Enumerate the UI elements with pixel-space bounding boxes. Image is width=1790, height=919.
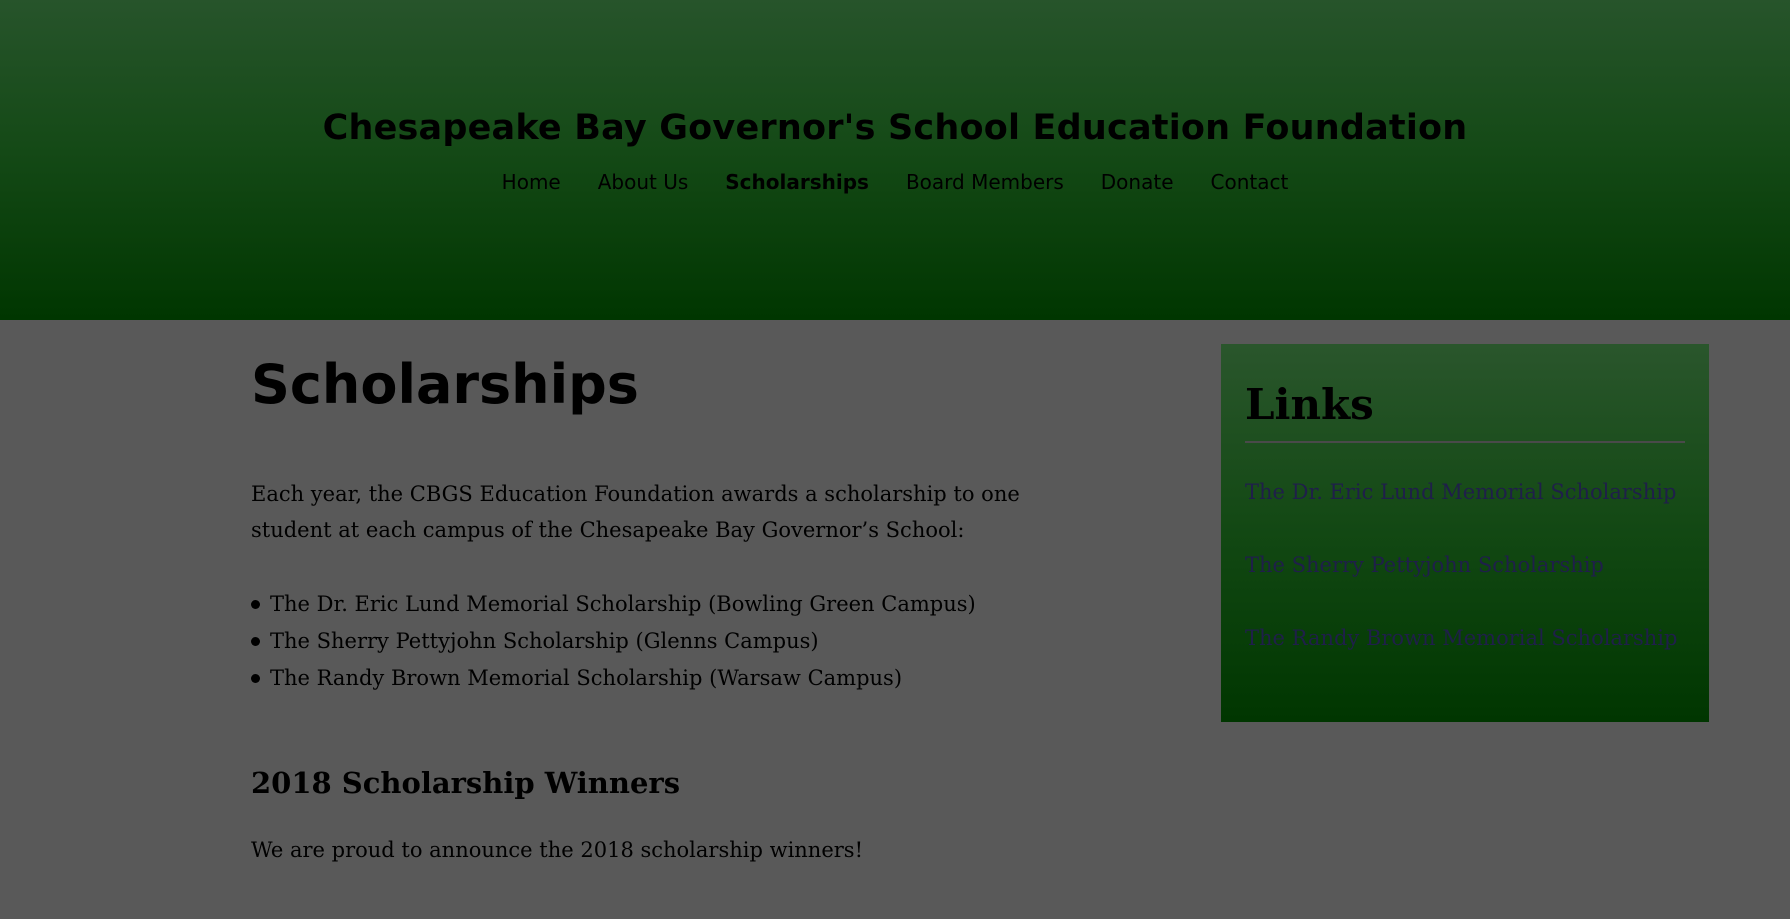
intro-paragraph: Each year, the CBGS Education Foundation… <box>251 482 1020 542</box>
link-eric-lund-scholarship[interactable]: The Dr. Eric Lund Memorial Scholarship <box>1245 480 1676 504</box>
nav-item-donate[interactable]: Donate <box>1101 170 1174 194</box>
list-item: The Dr. Eric Lund Memorial Scholarship (… <box>251 586 976 623</box>
nav-item-about-us[interactable]: About Us <box>598 170 689 194</box>
list-item: The Dr. Eric Lund Memorial Scholarship <box>1245 480 1677 553</box>
main-nav: Home About Us Scholarships Board Members… <box>0 170 1790 194</box>
winners-heading: 2018 Scholarship Winners <box>251 766 681 800</box>
link-sherry-pettyjohn-scholarship[interactable]: The Sherry Pettyjohn Scholarship <box>1245 553 1604 577</box>
bullet-icon <box>251 637 260 646</box>
sidebar-title: Links <box>1245 380 1374 429</box>
scholarship-item-text: The Sherry Pettyjohn Scholarship (Glenns… <box>270 629 819 653</box>
scholarship-item-text: The Dr. Eric Lund Memorial Scholarship (… <box>270 592 976 616</box>
scholarship-item-text: The Randy Brown Memorial Scholarship (Wa… <box>270 666 903 690</box>
list-item: The Randy Brown Memorial Scholarship <box>1245 626 1677 699</box>
nav-item-contact[interactable]: Contact <box>1211 170 1289 194</box>
links-sidebar: Links The Dr. Eric Lund Memorial Scholar… <box>1221 344 1709 722</box>
list-item: The Randy Brown Memorial Scholarship (Wa… <box>251 660 976 697</box>
bullet-icon <box>251 600 260 609</box>
page-title: Scholarships <box>251 353 639 416</box>
nav-item-board-members[interactable]: Board Members <box>906 170 1064 194</box>
list-item: The Sherry Pettyjohn Scholarship <box>1245 553 1677 626</box>
sidebar-links: The Dr. Eric Lund Memorial Scholarship T… <box>1245 480 1677 699</box>
list-item: The Sherry Pettyjohn Scholarship (Glenns… <box>251 623 976 660</box>
nav-item-home[interactable]: Home <box>502 170 561 194</box>
link-randy-brown-scholarship[interactable]: The Randy Brown Memorial Scholarship <box>1245 626 1677 650</box>
scholarship-list: The Dr. Eric Lund Memorial Scholarship (… <box>251 586 976 697</box>
site-title[interactable]: Chesapeake Bay Governor's School Educati… <box>0 108 1790 148</box>
bullet-icon <box>251 674 260 683</box>
winners-text: We are proud to announce the 2018 schola… <box>251 838 864 862</box>
sidebar-divider <box>1245 441 1685 443</box>
main-content: Scholarships Each year, the CBGS Educati… <box>251 340 1031 862</box>
nav-item-scholarships[interactable]: Scholarships <box>725 170 869 194</box>
site-header: Chesapeake Bay Governor's School Educati… <box>0 0 1790 320</box>
